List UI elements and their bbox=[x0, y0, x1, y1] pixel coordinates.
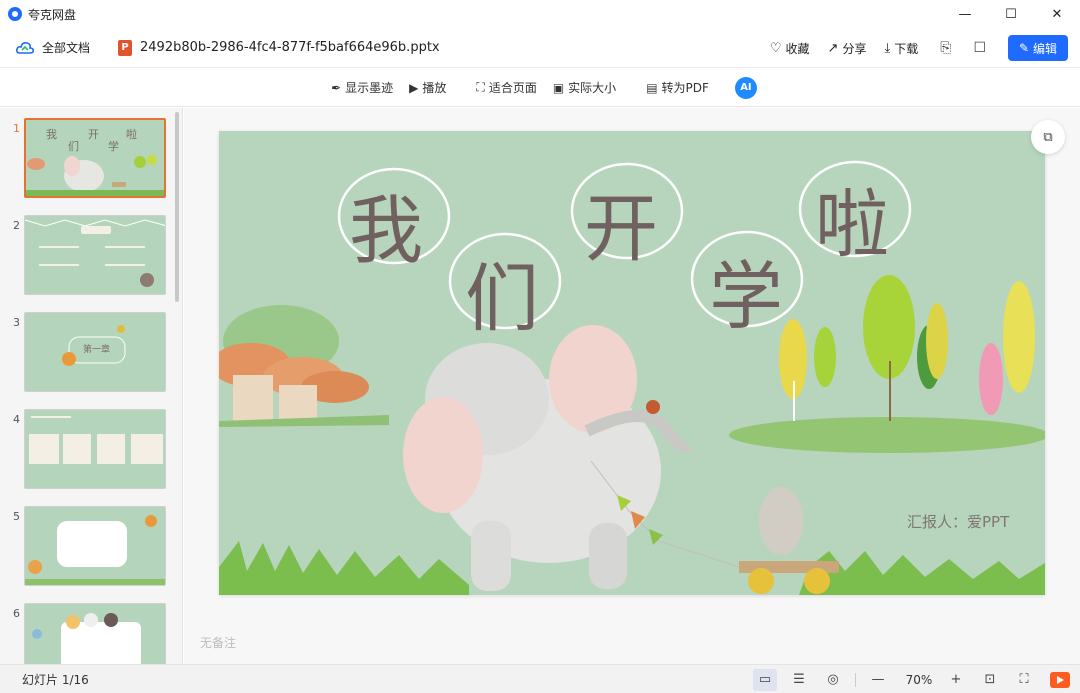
thumbnail-number: 4 bbox=[13, 413, 20, 426]
slide-viewer[interactable]: 我 开 啦 们 学 汇报人：爱PPT ⧉ 无备注 bbox=[184, 108, 1080, 664]
favorite-button[interactable]: ♡ 收藏 bbox=[770, 40, 810, 57]
close-button[interactable]: ✕ bbox=[1034, 0, 1080, 28]
slide-title-char: 啦 bbox=[815, 182, 889, 268]
heart-icon: ♡ bbox=[769, 40, 782, 56]
slide-reporter-text: 汇报人：爱PPT bbox=[907, 513, 1010, 531]
pdf-icon: ▤ bbox=[646, 80, 658, 95]
file-title: P 2492b80b-2986-4fc4-877f-f5baf664e96b.p… bbox=[118, 39, 440, 56]
share-button[interactable]: ↗ 分享 bbox=[828, 40, 867, 57]
slide-title-char: 学 bbox=[709, 254, 783, 340]
thumbnail-frame: 我 开 啦 们 学 bbox=[24, 118, 166, 198]
share-icon: ↗ bbox=[827, 40, 839, 56]
download-icon: ⤓ bbox=[884, 40, 891, 56]
thumbnail-number: 5 bbox=[13, 510, 20, 523]
mini-title-char: 开 bbox=[88, 128, 99, 141]
actual-size-button[interactable]: ▣ 实际大小 bbox=[553, 79, 616, 96]
document-header: 全部文档 P 2492b80b-2986-4fc4-877f-f5baf664e… bbox=[0, 28, 1080, 68]
slide-title-char: 们 bbox=[465, 256, 539, 342]
all-docs-button[interactable]: 全部文档 bbox=[16, 39, 90, 56]
status-bar: 幻灯片 1/16 ▭ ☰ ◎ — 70% + ⊡ ⛶ bbox=[0, 664, 1080, 693]
cloud-icon bbox=[16, 41, 34, 54]
slide-counter: 幻灯片 1/16 bbox=[22, 672, 89, 687]
slide-tools-icon[interactable]: ⧉ bbox=[1031, 120, 1065, 154]
thumbnail-slide-6[interactable]: 6 bbox=[0, 601, 182, 664]
status-divider bbox=[855, 672, 856, 687]
download-label: 下载 bbox=[894, 41, 919, 56]
zoom-in-icon[interactable]: + bbox=[944, 669, 968, 691]
app-name: 夸克网盘 bbox=[28, 7, 77, 22]
mini-title-char: 学 bbox=[108, 140, 119, 153]
thumbnail-frame: 第一章 bbox=[24, 312, 166, 392]
to-pdf-button[interactable]: ▤ 转为PDF bbox=[646, 79, 709, 96]
slide-thumbnails-panel[interactable]: 1 我 开 啦 们 学 2 3 第一章 4 5 6 bbox=[0, 108, 183, 664]
show-ink-label: 显示墨迹 bbox=[345, 81, 394, 95]
to-pdf-label: 转为PDF bbox=[661, 81, 709, 95]
play-circle-icon: ▶ bbox=[409, 80, 419, 95]
fit-page-label: 适合页面 bbox=[488, 81, 537, 95]
ai-assistant-button[interactable]: AI bbox=[734, 76, 757, 99]
thumbnail-frame bbox=[24, 409, 166, 489]
all-docs-label: 全部文档 bbox=[42, 41, 91, 55]
thumbnail-slide-1[interactable]: 1 我 开 啦 们 学 bbox=[0, 116, 182, 204]
current-slide: 我 开 啦 们 学 汇报人：爱PPT bbox=[219, 131, 1045, 595]
minimize-button[interactable]: — bbox=[942, 0, 988, 28]
file-name: 2492b80b-2986-4fc4-877f-f5baf664e96b.ppt… bbox=[140, 40, 440, 55]
thumbnail-slide-2[interactable]: 2 bbox=[0, 213, 182, 301]
maximize-button[interactable]: ☐ bbox=[988, 0, 1034, 28]
play-label: 播放 bbox=[422, 81, 447, 95]
thumbnail-number: 1 bbox=[13, 122, 20, 135]
header-actions: ♡ 收藏 ↗ 分享 ⤓ 下载 ⎘ ☐ ✎ 编辑 bbox=[752, 28, 1068, 68]
mini-title-char: 我 bbox=[46, 128, 57, 141]
mini-content-illustration bbox=[29, 416, 163, 464]
mini-text-card-illustration bbox=[25, 515, 165, 585]
web-view-icon[interactable]: ◎ bbox=[821, 669, 845, 691]
mini-chapter-heading: 第一章 bbox=[83, 345, 111, 355]
mini-title-char: 们 bbox=[68, 140, 79, 153]
pencil-icon: ✎ bbox=[1018, 41, 1030, 55]
thumbnail-number: 3 bbox=[13, 316, 20, 329]
notes-placeholder[interactable]: 无备注 bbox=[200, 634, 236, 651]
thumbnail-frame bbox=[24, 603, 166, 664]
ink-pen-icon: ✒ bbox=[331, 80, 342, 95]
thumbnail-frame bbox=[24, 215, 166, 295]
fullscreen-icon[interactable]: ⛶ bbox=[1012, 669, 1036, 691]
play-button[interactable]: ▶ 播放 bbox=[409, 79, 446, 96]
notes-view-icon[interactable]: ☰ bbox=[787, 669, 811, 691]
view-toolbar: ✒ 显示墨迹 ▶ 播放 ⛶ 适合页面 ▣ 实际大小 ▤ 转为PDF AI bbox=[0, 69, 1080, 107]
feedback-icon[interactable]: ☐ bbox=[973, 40, 986, 56]
actual-size-label: 实际大小 bbox=[568, 81, 617, 95]
thumbnail-slide-4[interactable]: 4 bbox=[0, 407, 182, 495]
thumbnail-number: 6 bbox=[13, 607, 20, 620]
pptx-file-icon: P bbox=[118, 39, 133, 56]
app-logo-icon bbox=[8, 7, 22, 21]
status-controls: ▭ ☰ ◎ — 70% + ⊡ ⛶ bbox=[743, 665, 1070, 693]
edit-label: 编辑 bbox=[1033, 41, 1058, 56]
mini-animals-illustration bbox=[32, 613, 141, 664]
thumbnail-slide-5[interactable]: 5 bbox=[0, 504, 182, 592]
fit-page-icon: ⛶ bbox=[476, 80, 485, 94]
slideshow-play-icon[interactable] bbox=[1050, 671, 1070, 688]
title-bar: 夸克网盘 — ☐ ✕ bbox=[0, 0, 1080, 28]
favorite-label: 收藏 bbox=[785, 41, 810, 56]
fit-window-icon[interactable]: ⊡ bbox=[978, 669, 1002, 691]
download-button[interactable]: ⤓ 下载 bbox=[884, 40, 918, 57]
slide-title-char: 开 bbox=[584, 186, 658, 272]
show-ink-button[interactable]: ✒ 显示墨迹 bbox=[331, 79, 393, 96]
actual-size-icon: ▣ bbox=[552, 80, 565, 95]
zoom-out-icon[interactable]: — bbox=[866, 669, 890, 691]
normal-view-icon[interactable]: ▭ bbox=[753, 668, 777, 691]
window-controls: — ☐ ✕ bbox=[942, 0, 1080, 28]
mini-title-char: 啦 bbox=[126, 128, 137, 141]
thumbnail-slide-3[interactable]: 3 第一章 bbox=[0, 310, 182, 398]
export-icon[interactable]: ⎘ bbox=[940, 40, 951, 56]
zoom-level: 70% bbox=[905, 672, 933, 687]
fit-page-button[interactable]: ⛶ 适合页面 bbox=[476, 79, 536, 96]
share-label: 分享 bbox=[842, 41, 867, 56]
slide-title-char: 我 bbox=[349, 188, 423, 274]
mini-toc-illustration bbox=[25, 219, 165, 287]
edit-button[interactable]: ✎ 编辑 bbox=[1008, 35, 1068, 61]
thumbnail-frame bbox=[24, 506, 166, 586]
thumbnail-number: 2 bbox=[13, 219, 20, 232]
